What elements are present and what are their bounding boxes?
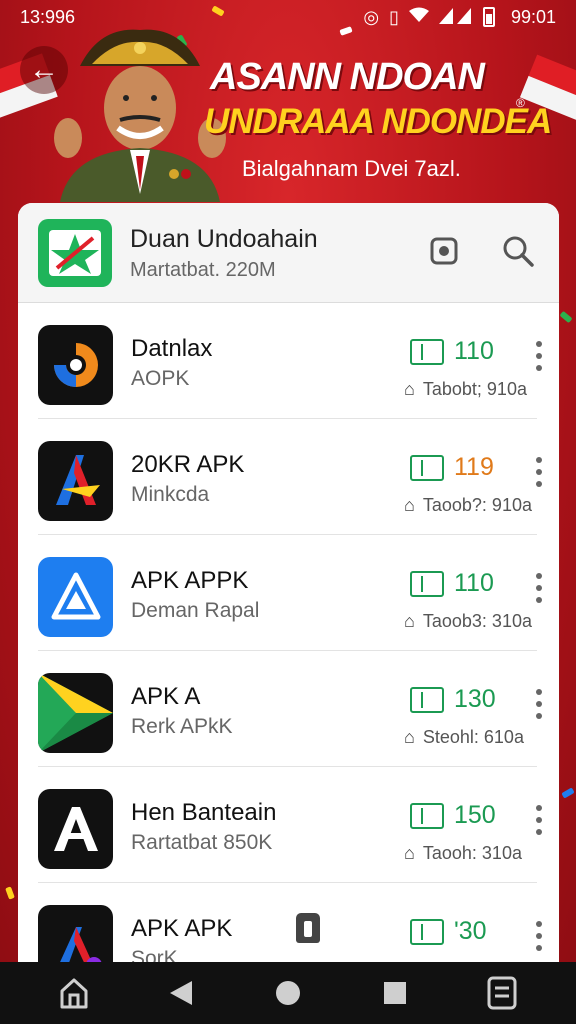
app-meta: ⌂ Taoob?: 910a (404, 495, 532, 516)
app-title: APK A (131, 683, 201, 710)
alarm-icon: ◎ (363, 6, 380, 27)
list-item[interactable]: 20KR APK Minkcda 119 ⌂ Taoob?: 910a (38, 419, 542, 535)
app-title: Datnlax (131, 335, 213, 362)
store-subtitle: Martatbat. 220M (130, 259, 276, 281)
app-subtitle: Rerk APkK (131, 715, 233, 738)
wifi-icon (408, 7, 429, 28)
recents-square-icon (384, 982, 407, 1004)
record-icon (430, 237, 458, 265)
app-meta: ⌂ Tabobt; 910a (404, 379, 527, 400)
app-meta: ⌂ Steohl: 610a (404, 727, 524, 748)
more-options-button[interactable] (531, 341, 547, 371)
banner-title: ASANN NDOAN (210, 56, 485, 98)
more-options-button[interactable] (531, 805, 547, 835)
book-icon (410, 686, 444, 713)
store-title: Duan Undoahain (130, 225, 318, 253)
more-options-button[interactable] (531, 689, 547, 719)
app-subtitle: Minkcda (131, 483, 210, 506)
book-icon (410, 802, 444, 829)
tag-icon: ⌂ (404, 495, 415, 515)
book-icon (410, 570, 444, 597)
app-count: 150 (410, 801, 496, 830)
status-right-time: 99:01 (510, 6, 556, 27)
signal-icon (438, 6, 473, 29)
battery-icon (482, 7, 495, 27)
app-list: Datnlax AOPK 110 ⌂ Tabobt; 910a 20KR APK… (18, 303, 559, 983)
app-meta: ⌂ Taoob3: 310a (404, 611, 532, 632)
search-icon (503, 236, 534, 267)
a-letter-app-icon (38, 441, 113, 521)
navigation-bar (0, 962, 576, 1024)
app-meta-text: Taooh: 310a (422, 843, 522, 863)
triangle-app-icon (38, 557, 113, 637)
app-count: 110 (410, 337, 494, 366)
more-options-button[interactable] (531, 921, 547, 951)
menu-box-icon (487, 976, 517, 1010)
list-item[interactable]: APK APPK Deman Rapal 110 ⌂ Taoob3: 310a (38, 535, 542, 651)
search-button[interactable] (500, 233, 536, 269)
app-count: 130 (410, 685, 496, 714)
nav-recents-button[interactable] (373, 971, 417, 1015)
vibrate-icon: ▯ (389, 6, 399, 27)
app-list-card: Duan Undoahain Martatbat. 220M Datnlax A… (18, 203, 559, 983)
tag-icon: ⌂ (404, 843, 415, 863)
more-options-button[interactable] (531, 457, 547, 487)
swirl-app-icon (38, 325, 113, 405)
app-count: 110 (410, 569, 494, 598)
nav-back-button[interactable] (159, 971, 203, 1015)
tag-icon: ⌂ (404, 379, 415, 399)
app-count: '30 (410, 917, 487, 946)
star-map-icon (38, 219, 112, 287)
nav-menu-button[interactable] (480, 971, 524, 1015)
app-meta-text: Taoob3: 310a (422, 611, 532, 631)
card-header: Duan Undoahain Martatbat. 220M (18, 203, 559, 303)
registered-mark: ® (516, 96, 525, 110)
app-count-value: 119 (454, 453, 494, 481)
a-white-app-icon (38, 789, 113, 869)
banner-subtitle: Bialgahnam Dvei 7azl. (242, 156, 461, 181)
app-meta-text: Tabobt; 910a (422, 379, 527, 399)
home-circle-icon (275, 981, 300, 1005)
app-count-value: 130 (454, 685, 496, 713)
book-icon (410, 454, 444, 481)
book-icon (410, 338, 444, 365)
more-options-button[interactable] (531, 573, 547, 603)
app-count: 119 (410, 453, 494, 482)
back-triangle-icon (169, 981, 192, 1005)
app-meta-text: Taoob?: 910a (422, 495, 532, 515)
app-subtitle: AOPK (131, 367, 190, 390)
app-count-value: 110 (454, 337, 494, 365)
app-title: Hen Banteain (131, 799, 277, 826)
list-item[interactable]: APK A Rerk APkK 130 ⌂ Steohl: 610a (38, 651, 542, 767)
banner-title-secondary: UNDRAAA NDONDEA (204, 102, 552, 141)
list-item[interactable]: Hen Banteain Rartatbat 850K 150 ⌂ Taooh:… (38, 767, 542, 883)
play-app-icon (38, 673, 113, 753)
app-count-value: 110 (454, 569, 494, 597)
home-icon (60, 978, 88, 1009)
status-icons: ◎ ▯ 99:01 (363, 6, 556, 29)
app-title: APK APPK (131, 567, 249, 594)
nav-circle-button[interactable] (266, 971, 310, 1015)
app-title: 20KR APK (131, 451, 245, 478)
app-title: APK APK (131, 915, 233, 942)
record-button[interactable] (426, 233, 462, 269)
app-subtitle: Rartatbat 850K (131, 831, 273, 854)
app-meta-text: Steohl: 610a (422, 727, 524, 747)
lock-icon (296, 913, 320, 943)
book-icon (410, 918, 444, 945)
nav-home-button[interactable] (52, 971, 96, 1015)
app-subtitle: Deman Rapal (131, 599, 260, 622)
app-count-value: '30 (454, 917, 487, 945)
app-meta: ⌂ Taooh: 310a (404, 843, 522, 864)
app-count-value: 150 (454, 801, 496, 829)
list-item[interactable]: Datnlax AOPK 110 ⌂ Tabobt; 910a (38, 303, 542, 419)
tag-icon: ⌂ (404, 727, 415, 747)
tag-icon: ⌂ (404, 611, 415, 631)
